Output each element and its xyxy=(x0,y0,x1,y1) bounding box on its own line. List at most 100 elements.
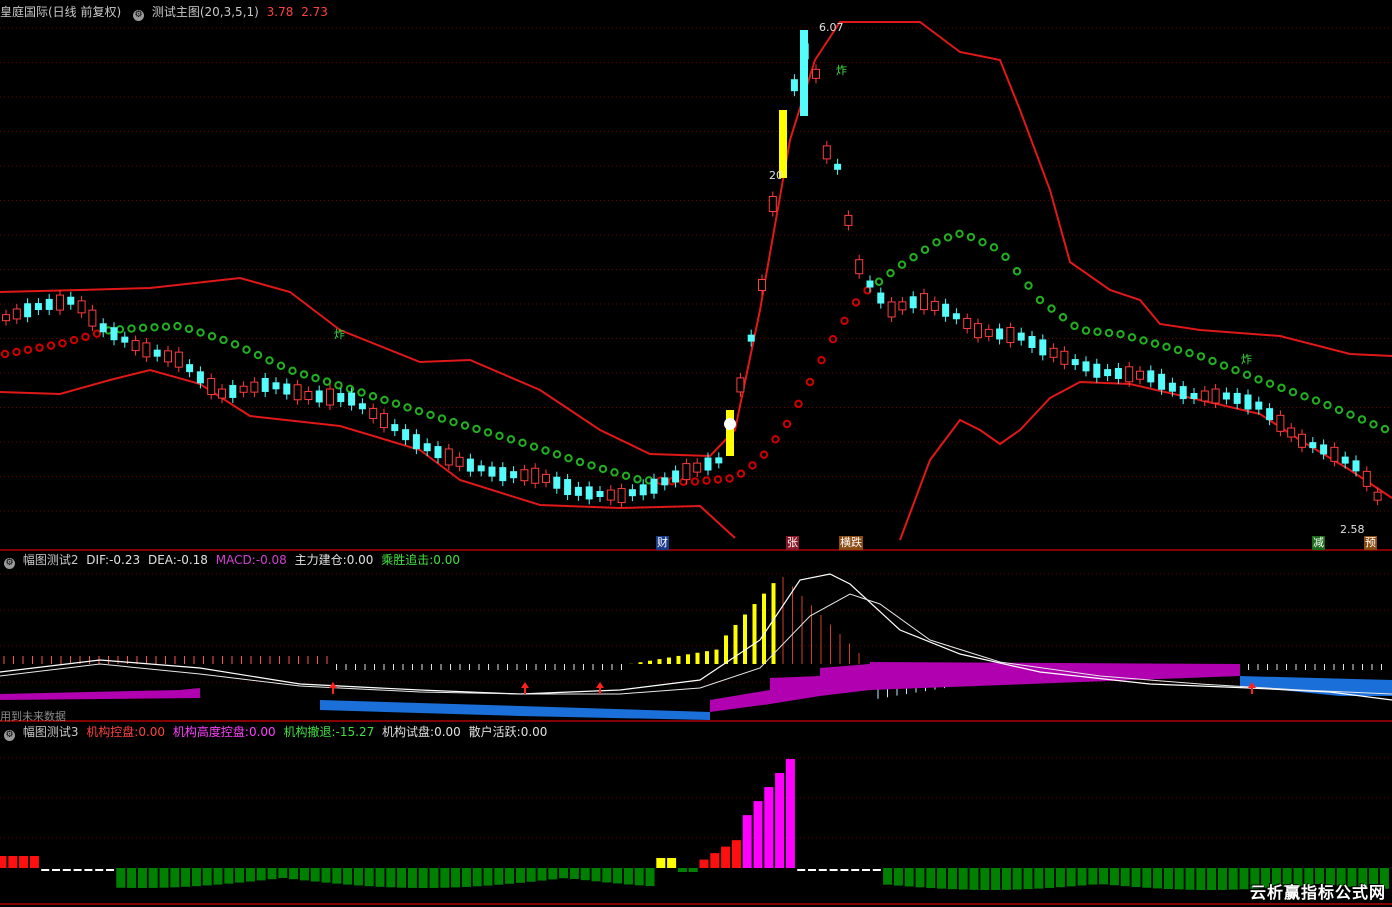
institution-bar xyxy=(602,868,612,883)
gear-icon[interactable]: ⚙ xyxy=(4,558,15,569)
trend-dot xyxy=(828,335,838,344)
trend-dot xyxy=(943,233,953,242)
institution-bar xyxy=(1001,868,1011,890)
gear-icon[interactable]: ⚙ xyxy=(133,10,145,21)
candle-body xyxy=(358,403,366,410)
trend-dot xyxy=(897,260,907,269)
institution-bar xyxy=(699,859,709,868)
trend-dot xyxy=(1265,379,1275,388)
candle-body xyxy=(1158,373,1166,390)
institution-bar xyxy=(710,853,720,868)
institution-bar xyxy=(526,868,536,882)
institution-bar xyxy=(202,868,212,886)
institution-bar xyxy=(677,868,687,872)
trend-dot xyxy=(23,345,33,355)
trend-dot xyxy=(1219,361,1229,370)
gear-icon[interactable]: ⚙ xyxy=(4,730,15,741)
institution-bar xyxy=(623,868,633,885)
candle-body xyxy=(952,313,960,320)
candle-body xyxy=(56,294,64,311)
trend-dot xyxy=(403,403,412,412)
institution-bar xyxy=(418,868,428,888)
institution-panel-header: ⚙ 幅图测试3 机构控盘:0.00 机构高度控盘:0.00 机构撤退:-15.2… xyxy=(0,722,551,742)
candle-body xyxy=(261,377,269,392)
trend-dot xyxy=(1288,387,1298,397)
trend-dot xyxy=(759,450,769,459)
institution-bar xyxy=(245,868,255,882)
candle-body xyxy=(617,488,626,504)
trend-dot xyxy=(920,245,930,254)
trend-dot xyxy=(587,461,596,470)
candle-body xyxy=(412,434,420,450)
trend-dot xyxy=(1346,410,1355,419)
institution-bar xyxy=(8,856,18,868)
candle-body xyxy=(1179,386,1187,400)
chart-canvas[interactable] xyxy=(0,0,1392,907)
high-price-label: 6.07 xyxy=(819,21,844,34)
institution-bar xyxy=(1142,868,1152,888)
trend-dot xyxy=(909,253,918,262)
trend-dot xyxy=(35,343,44,352)
dif-line xyxy=(0,573,1392,701)
institution-bar xyxy=(1045,868,1055,888)
trend-dot xyxy=(966,232,976,242)
candle-body xyxy=(877,292,885,304)
trend-dot xyxy=(690,477,700,486)
candle-body xyxy=(369,407,378,419)
instrument-title[interactable]: 皇庭国际(日线 前复权) xyxy=(0,5,121,19)
institution-bar xyxy=(764,787,774,868)
signal-tag-zhang: 张 xyxy=(786,536,799,550)
candle-body xyxy=(304,391,313,401)
trend-dot xyxy=(391,399,401,408)
buy-arrow-icon xyxy=(596,682,604,688)
candle-body xyxy=(423,443,431,452)
institution-bar xyxy=(256,868,266,881)
trend-dot xyxy=(713,475,723,484)
institution-bar xyxy=(181,868,191,887)
trend-dot xyxy=(184,324,194,334)
institution-bar xyxy=(224,868,234,884)
trend-dot xyxy=(449,417,458,427)
candle-body xyxy=(1244,394,1252,410)
band-line xyxy=(899,380,1392,541)
trend-dot xyxy=(817,355,826,365)
watermark: 云析赢指标公式网 xyxy=(1249,883,1386,902)
sub1-name[interactable]: 幅图测试2 xyxy=(23,553,79,567)
institution-bar xyxy=(353,868,363,886)
sub2-name[interactable]: 幅图测试3 xyxy=(23,725,79,739)
indicator-name[interactable]: 测试主图(20,3,5,1) xyxy=(152,5,259,19)
candle-body xyxy=(131,340,140,352)
main-chart-header: 皇庭国际(日线 前复权) ⚙ 测试主图(20,3,5,1) 3.78 2.73 xyxy=(0,2,332,22)
trend-dot xyxy=(69,335,79,345)
trend-dot xyxy=(368,392,378,401)
candle-body xyxy=(747,334,755,342)
zljc-label: 主力建仓: xyxy=(294,553,347,567)
institution-bar xyxy=(721,846,731,868)
candle-body xyxy=(1049,347,1058,358)
candle-body xyxy=(499,467,507,482)
institution-bar xyxy=(980,868,990,890)
institution-bar xyxy=(19,856,29,868)
trend-dot xyxy=(989,243,999,252)
trend-dot xyxy=(253,350,263,360)
trend-dot xyxy=(794,399,803,409)
trend-dot xyxy=(702,476,711,485)
low-price-label: 2.58 xyxy=(1340,523,1365,536)
institution-bar xyxy=(191,868,201,887)
trend-dot xyxy=(1104,328,1114,338)
institution-bar xyxy=(1185,868,1195,890)
trend-dot xyxy=(748,461,757,470)
trend-dot xyxy=(299,370,309,379)
candle-body xyxy=(1320,444,1328,455)
trend-dot xyxy=(529,442,539,451)
candle-body xyxy=(315,390,323,403)
trend-dot xyxy=(564,453,573,463)
trend-dot xyxy=(483,428,493,437)
candle-body xyxy=(898,301,907,311)
institution-bar xyxy=(904,868,914,887)
institution-bar xyxy=(1239,868,1249,890)
institution-bar xyxy=(483,868,493,886)
trend-dot xyxy=(242,345,251,354)
institution-bar xyxy=(127,868,137,888)
candle-body xyxy=(704,457,712,471)
